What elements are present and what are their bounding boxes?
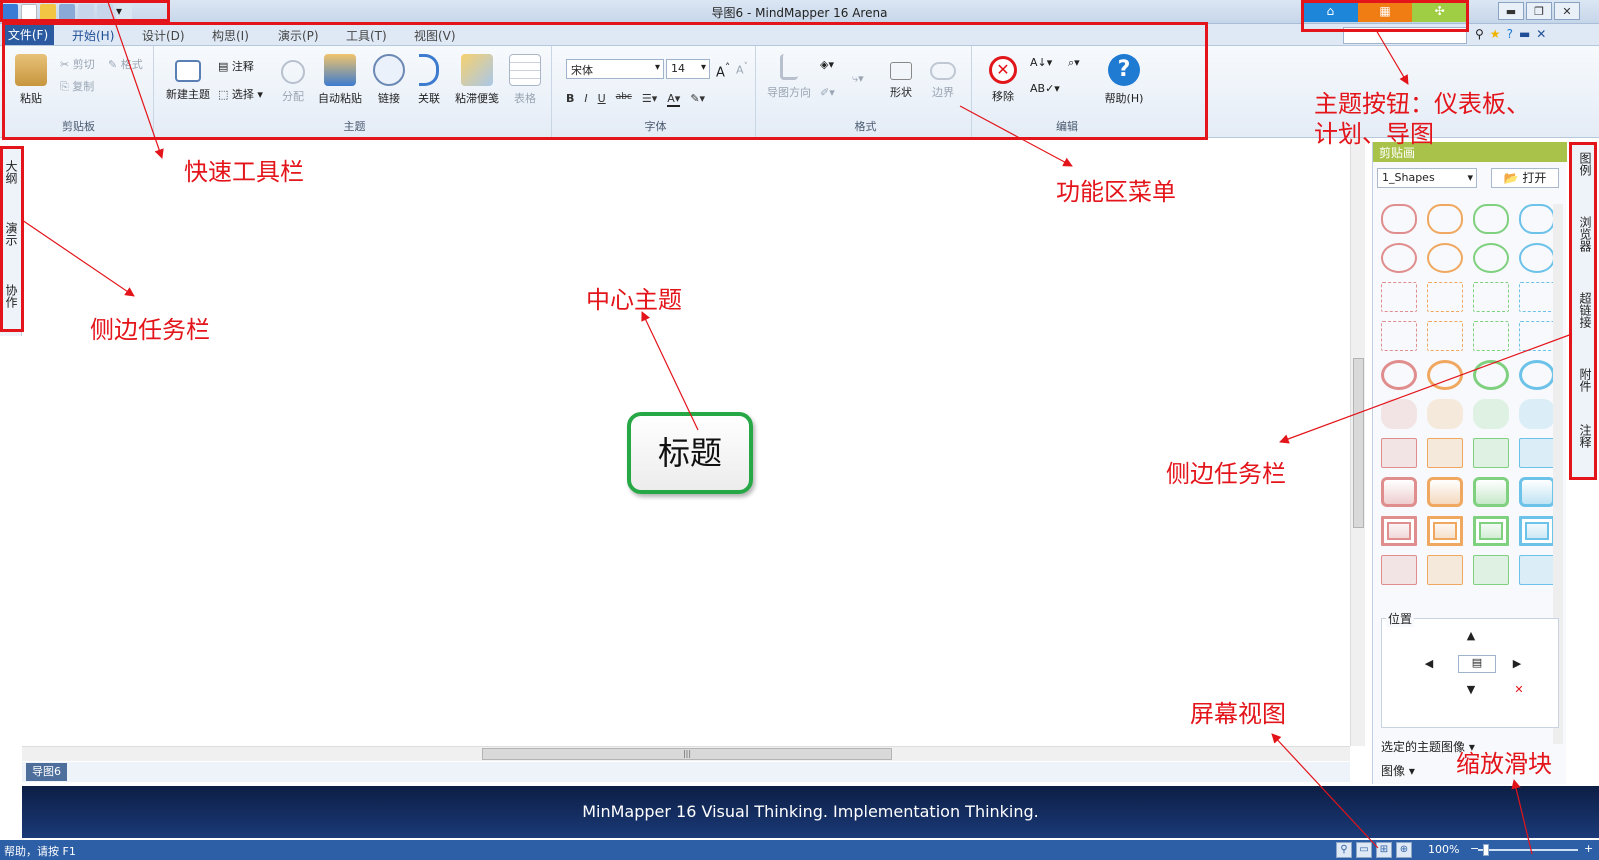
clipart-shape[interactable] <box>1427 477 1463 507</box>
status-bar: 帮助，请按 F1 ⚲ ▭ ⊞ ⊕ 100% − + <box>0 840 1599 860</box>
clipart-shape[interactable] <box>1473 204 1509 234</box>
quick-toolbar-annotation: 快速工具栏 <box>184 158 304 186</box>
clipart-panel: 剪贴画 1_Shapes 📂 打开 位置 ▲ ◀ ▤ ▶ ▼ ✕ 选定的主题图像… <box>1372 142 1567 784</box>
clipart-shape[interactable] <box>1427 360 1463 390</box>
screen-view-buttons: ⚲ ▭ ⊞ ⊕ <box>1336 842 1412 858</box>
ribbon-highlight <box>2 22 1208 140</box>
window-controls: ▬ ❐ ✕ <box>1498 2 1580 20</box>
close-doc-icon[interactable]: ✕ <box>1536 27 1546 41</box>
clipart-shape[interactable] <box>1381 321 1417 351</box>
horizontal-scroll-thumb[interactable]: ||| <box>482 748 892 760</box>
minimize-button[interactable]: ▬ <box>1498 2 1524 20</box>
open-clipart-button[interactable]: 📂 打开 <box>1491 168 1559 188</box>
clipart-shape[interactable] <box>1427 555 1463 585</box>
image-select[interactable]: 图像 ▾ <box>1381 762 1415 779</box>
clipart-shape[interactable] <box>1473 360 1509 390</box>
document-tab-row: 导图6 <box>22 762 1350 782</box>
clipart-shape[interactable] <box>1473 438 1509 468</box>
clipart-shape[interactable] <box>1519 399 1555 429</box>
normal-view-icon[interactable]: ▭ <box>1356 842 1372 858</box>
promo-banner: MinMapper 16 Visual Thinking. Implementa… <box>22 786 1599 838</box>
right-taskbar-annotation: 侧边任务栏 <box>1166 460 1286 488</box>
clipart-shape[interactable] <box>1427 321 1463 351</box>
clipart-shape[interactable] <box>1381 477 1417 507</box>
zoom-in-icon[interactable]: + <box>1584 842 1593 855</box>
ribbon-menu-annotation: 功能区菜单 <box>1056 178 1176 206</box>
search-icon[interactable]: ⚲ <box>1475 27 1484 41</box>
position-center-icon[interactable]: ▤ <box>1458 655 1496 673</box>
clipart-shape[interactable] <box>1381 438 1417 468</box>
clipart-grid <box>1381 204 1561 585</box>
restore-icon[interactable]: ▬ <box>1519 27 1530 41</box>
clipart-shape[interactable] <box>1519 438 1555 468</box>
clipart-shape[interactable] <box>1519 477 1555 507</box>
clipart-shape[interactable] <box>1473 282 1509 312</box>
zoom-slider-track[interactable] <box>1478 849 1578 851</box>
search-tools: ⚲ ★ ? ▬ ✕ <box>1475 27 1546 41</box>
center-topic[interactable]: 标题 <box>627 412 753 494</box>
theme-buttons-annotation-line2: 计划、导图 <box>1314 120 1434 148</box>
zoom-slider-annotation: 缩放滑块 <box>1456 750 1552 778</box>
full-view-icon[interactable]: ⊕ <box>1396 842 1412 858</box>
clipart-shape[interactable] <box>1427 204 1463 234</box>
clipart-shape[interactable] <box>1381 399 1417 429</box>
document-tab[interactable]: 导图6 <box>26 763 67 781</box>
clipart-shape[interactable] <box>1473 477 1509 507</box>
position-left-icon[interactable]: ◀ <box>1420 657 1438 671</box>
theme-buttons-highlight <box>1301 0 1469 32</box>
clipart-shape[interactable] <box>1427 243 1463 273</box>
position-label: 位置 <box>1386 610 1415 627</box>
clipart-shape[interactable] <box>1381 204 1417 234</box>
position-top-icon[interactable]: ▲ <box>1462 629 1480 643</box>
zoom-level: 100% <box>1428 843 1460 856</box>
clipart-shape[interactable] <box>1427 399 1463 429</box>
clipart-shape[interactable] <box>1519 243 1555 273</box>
clipart-shape[interactable] <box>1381 282 1417 312</box>
zoom-view-icon[interactable]: ⚲ <box>1336 842 1352 858</box>
remove-position-icon[interactable]: ✕ <box>1510 683 1528 697</box>
vertical-scrollbar[interactable] <box>1350 138 1365 746</box>
clipart-shape[interactable] <box>1473 243 1509 273</box>
left-taskbar-highlight <box>0 146 24 332</box>
clipart-shape[interactable] <box>1519 204 1555 234</box>
close-button[interactable]: ✕ <box>1554 2 1580 20</box>
clipart-shape[interactable] <box>1427 516 1463 546</box>
clipart-shape[interactable] <box>1473 321 1509 351</box>
clipart-category-select[interactable]: 1_Shapes <box>1377 168 1477 188</box>
star-icon[interactable]: ★ <box>1490 27 1501 41</box>
fit-view-icon[interactable]: ⊞ <box>1376 842 1392 858</box>
maximize-button[interactable]: ❐ <box>1526 2 1552 20</box>
quick-toolbar-highlight <box>0 0 170 22</box>
center-topic-annotation: 中心主题 <box>586 286 682 314</box>
position-right-icon[interactable]: ▶ <box>1508 657 1526 671</box>
clipart-shape[interactable] <box>1519 321 1555 351</box>
clipart-shape[interactable] <box>1381 243 1417 273</box>
image-position-box: 位置 ▲ ◀ ▤ ▶ ▼ ✕ <box>1381 610 1559 728</box>
clipart-shape[interactable] <box>1473 555 1509 585</box>
clipart-shape[interactable] <box>1381 360 1417 390</box>
vertical-scroll-thumb[interactable] <box>1353 358 1364 528</box>
horizontal-scrollbar[interactable]: ||| <box>22 746 1350 761</box>
screen-view-annotation: 屏幕视图 <box>1190 700 1286 728</box>
clipart-shape[interactable] <box>1519 516 1555 546</box>
status-help-text: 帮助，请按 F1 <box>4 845 76 858</box>
clipart-shape[interactable] <box>1381 516 1417 546</box>
clipart-shape[interactable] <box>1519 282 1555 312</box>
clipart-shape[interactable] <box>1519 360 1555 390</box>
clipart-shape[interactable] <box>1427 438 1463 468</box>
help-icon[interactable]: ? <box>1507 27 1513 41</box>
right-taskbar-highlight <box>1569 142 1597 480</box>
clipart-shape[interactable] <box>1427 282 1463 312</box>
clipart-shape[interactable] <box>1473 516 1509 546</box>
zoom-slider-thumb[interactable] <box>1483 844 1489 856</box>
clipart-shape[interactable] <box>1381 555 1417 585</box>
position-bottom-icon[interactable]: ▼ <box>1462 683 1480 697</box>
left-taskbar-annotation: 侧边任务栏 <box>90 316 210 344</box>
clipart-shape[interactable] <box>1473 399 1509 429</box>
clipart-shape[interactable] <box>1519 555 1555 585</box>
